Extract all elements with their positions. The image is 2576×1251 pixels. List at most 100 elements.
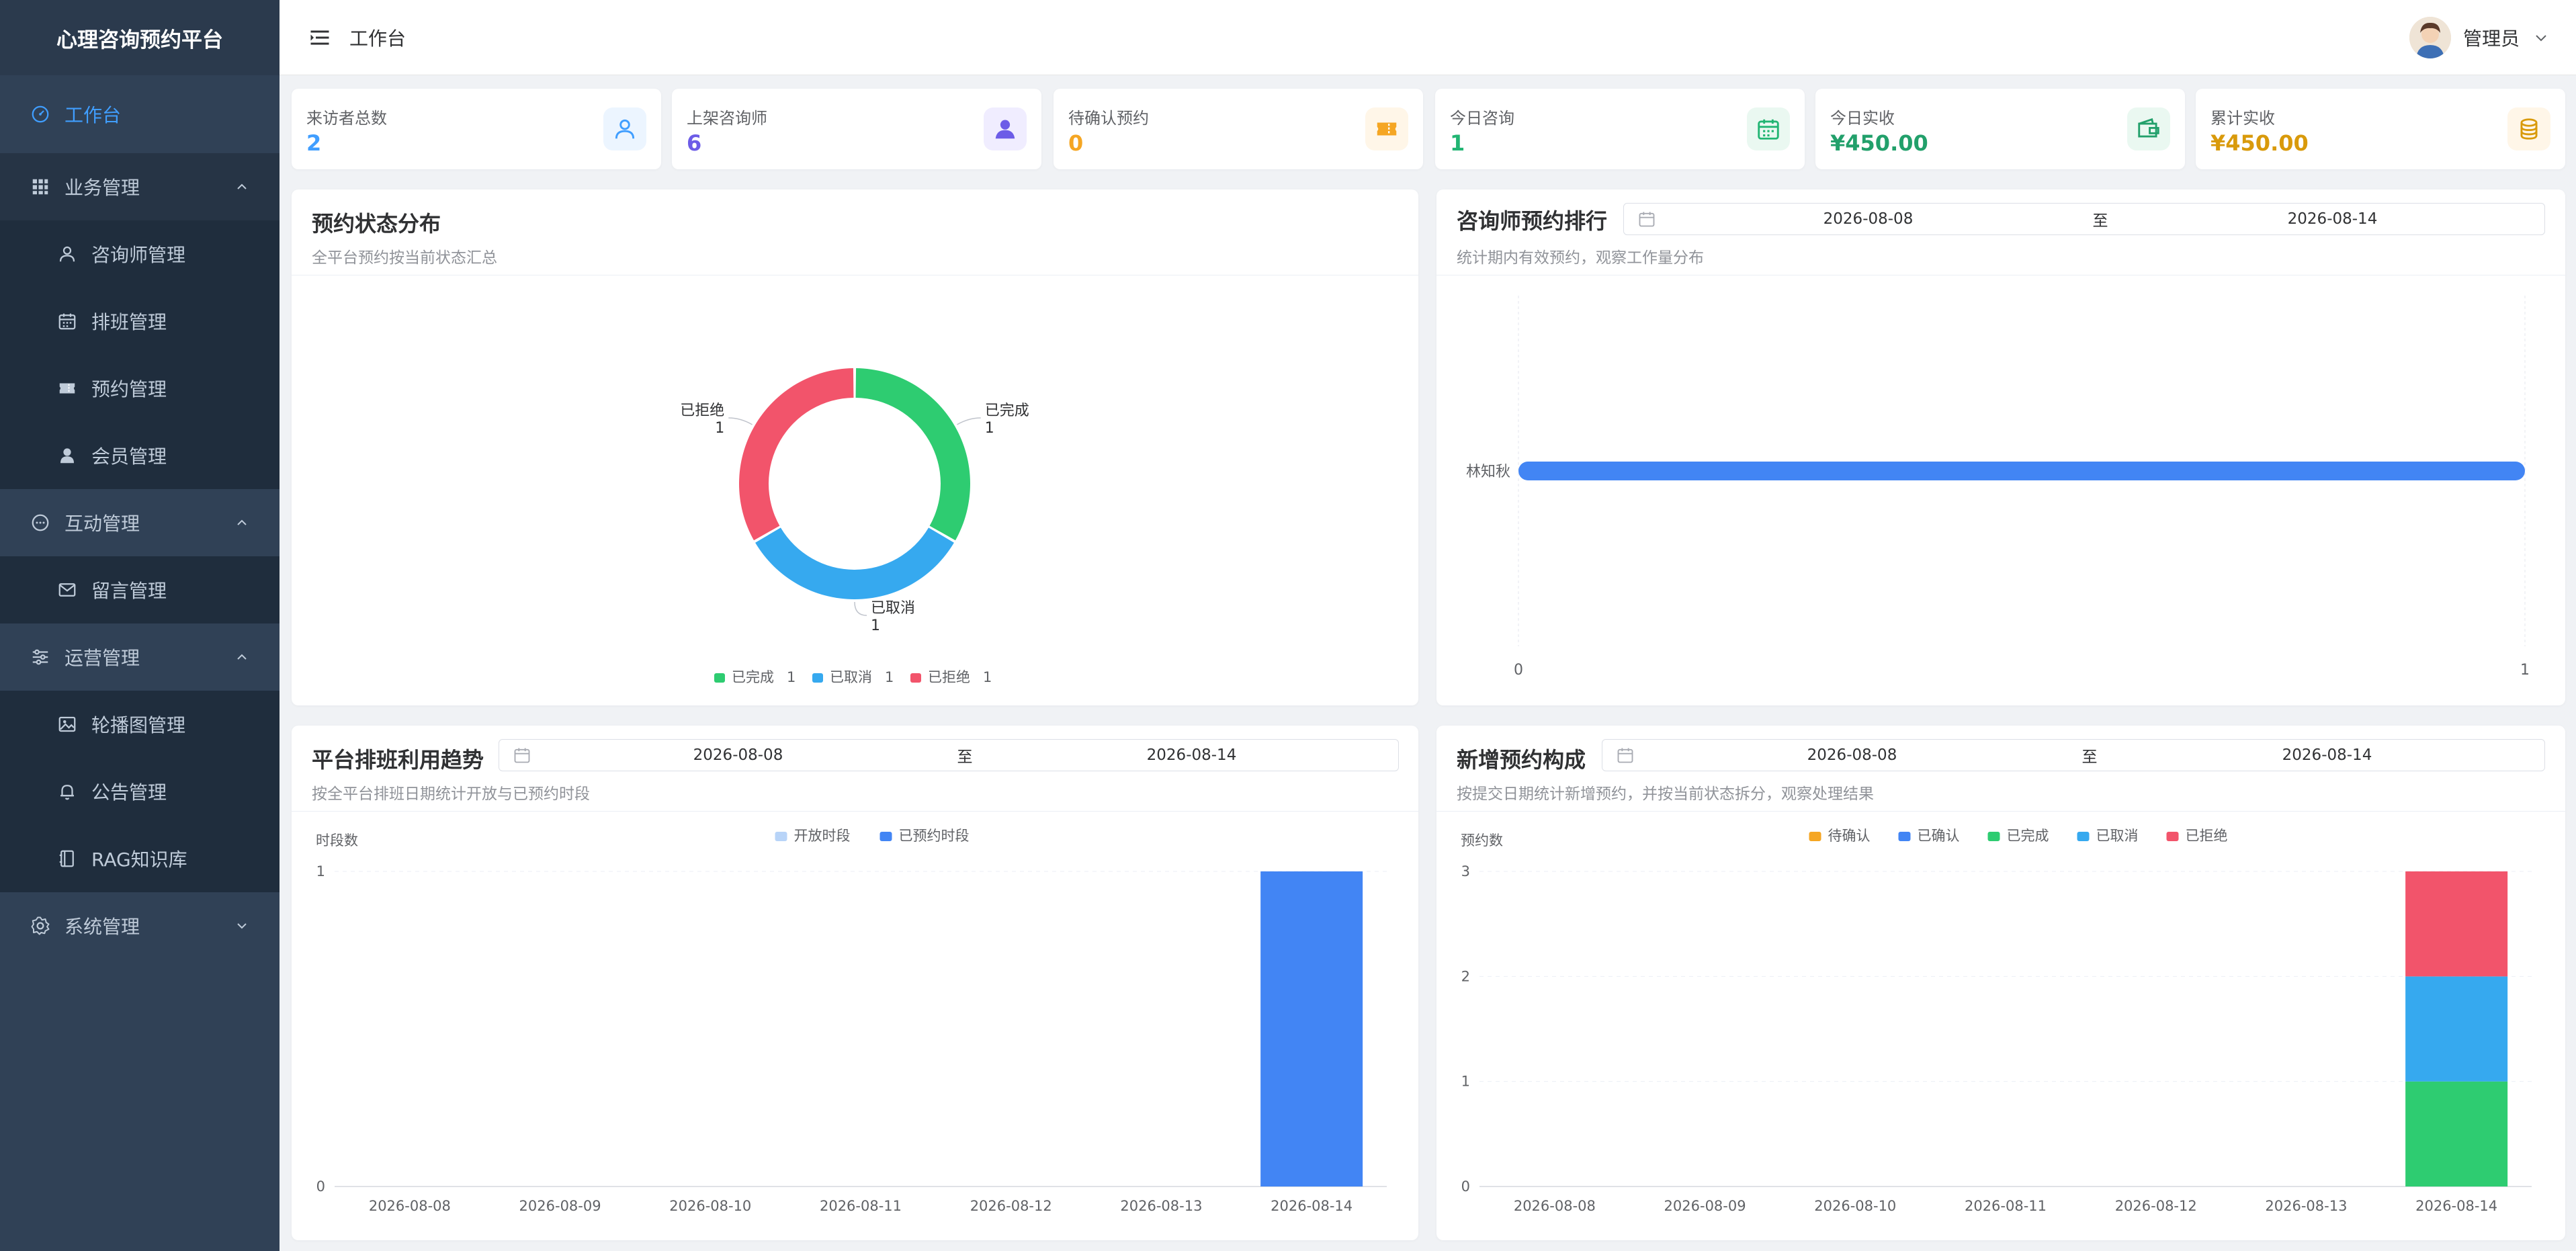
stat-value: 2	[306, 130, 322, 156]
hamburger-menu-icon[interactable]	[308, 26, 332, 50]
panel-subtitle: 按提交日期统计新增预约，并按当前状态拆分，观察处理结果	[1457, 785, 1874, 803]
x-tick-label: 2026-08-09	[519, 1198, 601, 1214]
y-tick-label: 2	[1461, 968, 1470, 984]
user-dropdown[interactable]: 管理员	[2409, 0, 2549, 75]
ranking-bar	[1518, 462, 2525, 480]
chevron-down-icon[interactable]	[2533, 30, 2549, 46]
legend-label: 已确认	[1918, 828, 1960, 844]
legend-swatch	[1809, 832, 1821, 841]
sidebar-item-6[interactable]: 互动管理	[0, 489, 280, 556]
sidebar-item-label: 互动管理	[65, 513, 140, 535]
date-end-input[interactable]: 2026-08-14	[2110, 746, 2544, 764]
sidebar-item-12[interactable]: 系统管理	[0, 892, 280, 959]
calendar-icon	[56, 310, 78, 332]
sidebar-item-label: 会员管理	[91, 445, 167, 468]
sidebar-item-5[interactable]: 会员管理	[0, 422, 280, 489]
legend-swatch	[1987, 832, 2000, 841]
x-tick-label: 2026-08-13	[1120, 1198, 1202, 1214]
calendar-icon	[1639, 212, 1655, 227]
sidebar-item-9[interactable]: 轮播图管理	[0, 691, 280, 758]
date-range-picker[interactable]: 2026-08-08 至 2026-08-14	[499, 739, 1399, 771]
avatar[interactable]	[2409, 17, 2451, 58]
x-tick-label: 2026-08-13	[2265, 1198, 2347, 1214]
panel-header: 新增预约构成 按提交日期统计新增预约，并按当前状态拆分，观察处理结果 2026-…	[1436, 726, 2565, 812]
legend-swatch	[879, 832, 892, 841]
x-tick-label: 1	[2520, 662, 2530, 679]
user-icon	[603, 107, 646, 150]
date-range-picker[interactable]: 2026-08-08 至 2026-08-14	[1602, 739, 2545, 771]
date-start-input[interactable]: 2026-08-08	[1656, 210, 2080, 228]
breadcrumb-title: 工作台	[349, 27, 406, 50]
top-header: 工作台 管理员	[280, 0, 2576, 75]
date-start-input[interactable]: 2026-08-08	[1635, 746, 2069, 764]
x-tick-label: 2026-08-08	[1514, 1198, 1596, 1214]
legend-swatch	[812, 673, 823, 683]
date-end-input[interactable]: 2026-08-14	[2120, 210, 2544, 228]
sidebar-item-label: 预约管理	[91, 378, 167, 400]
legend-label: 开放时段	[794, 828, 851, 844]
composition-stacked-bar-chart: 预约数 0 1 2 3 2026-08-08 2026-08-09 2026-08-10 202…	[1461, 828, 2532, 1214]
counselor-ranking-panel: 咨询师预约排行 统计期内有效预约，观察工作量分布 2026-08-08 至 20…	[1436, 189, 2565, 705]
slice-value: 1	[715, 420, 724, 437]
x-tick-label: 2026-08-10	[669, 1198, 751, 1214]
bar-4	[2405, 871, 2508, 977]
chat-icon	[30, 512, 51, 533]
sidebar-item-0[interactable]: 工作台	[0, 75, 280, 153]
panel-subtitle: 全平台预约按当前状态汇总	[312, 249, 497, 267]
stat-value: ¥450.00	[2210, 130, 2309, 156]
sidebar-item-1[interactable]: 业务管理	[0, 153, 280, 220]
label-line	[957, 417, 981, 425]
legend-label: 已取消	[830, 669, 872, 685]
x-tick-label: 2026-08-10	[1814, 1198, 1896, 1214]
donut-slice	[855, 368, 970, 541]
sidebar-item-label: 系统管理	[65, 916, 140, 938]
sidebar-item-7[interactable]: 留言管理	[0, 556, 280, 623]
gear-icon	[30, 915, 51, 937]
sidebar: 心理咨询预约平台 工作台业务管理咨询师管理排班管理预约管理会员管理互动管理留言管…	[0, 0, 280, 1251]
date-start-input[interactable]: 2026-08-08	[531, 746, 945, 764]
sidebar-item-label: RAG知识库	[91, 849, 187, 871]
chevron-up-icon	[237, 519, 247, 525]
chevron-up-icon	[237, 183, 247, 189]
donut-slice	[755, 527, 954, 599]
stat-label: 待确认预约	[1068, 109, 1149, 128]
sidebar-item-label: 运营管理	[65, 647, 140, 669]
sidebar-item-label: 轮播图管理	[91, 714, 186, 736]
y-axis-label: 预约数	[1461, 832, 1503, 849]
ticket-icon	[56, 378, 78, 399]
stat-value: 6	[687, 130, 702, 156]
sidebar-item-11[interactable]: RAG知识库	[0, 825, 280, 892]
sliders-icon	[30, 646, 51, 668]
grid-icon	[30, 176, 51, 198]
picture-icon	[56, 714, 78, 735]
bar-2	[2405, 1081, 2508, 1187]
sidebar-item-4[interactable]: 预约管理	[0, 355, 280, 422]
app-logo-title: 心理咨询预约平台	[0, 0, 280, 75]
user-name[interactable]: 管理员	[2463, 24, 2520, 51]
y-tick-label: 0	[316, 1178, 325, 1195]
sidebar-item-label: 工作台	[65, 104, 122, 126]
ticket-icon	[1365, 107, 1408, 150]
stat-card: 待确认预约 0	[1054, 89, 1423, 169]
legend-label: 已拒绝	[928, 669, 970, 685]
panel-title: 预约状态分布	[312, 211, 441, 236]
sidebar-item-3[interactable]: 排班管理	[0, 288, 280, 355]
stat-label: 累计实收	[2210, 109, 2275, 128]
sidebar-item-label: 咨询师管理	[91, 244, 186, 266]
legend-label: 已拒绝	[2186, 828, 2228, 844]
sidebar-item-label: 业务管理	[65, 177, 140, 199]
label-line	[854, 601, 867, 616]
date-end-input[interactable]: 2026-08-14	[985, 746, 1398, 764]
legend-swatch	[775, 832, 787, 841]
sidebar-item-2[interactable]: 咨询师管理	[0, 220, 280, 288]
stat-value: 0	[1068, 130, 1084, 156]
sidebar-item-10[interactable]: 公告管理	[0, 758, 280, 825]
date-range-picker[interactable]: 2026-08-08 至 2026-08-14	[1623, 203, 2545, 235]
stat-label: 上架咨询师	[687, 109, 767, 128]
legend-value: 1	[983, 669, 992, 685]
slice-label: 已完成	[985, 402, 1029, 419]
y-tick-label: 1	[1461, 1074, 1470, 1090]
x-tick-label: 0	[1514, 662, 1523, 679]
category-label: 林知秋	[1466, 464, 1510, 480]
sidebar-item-8[interactable]: 运营管理	[0, 623, 280, 691]
